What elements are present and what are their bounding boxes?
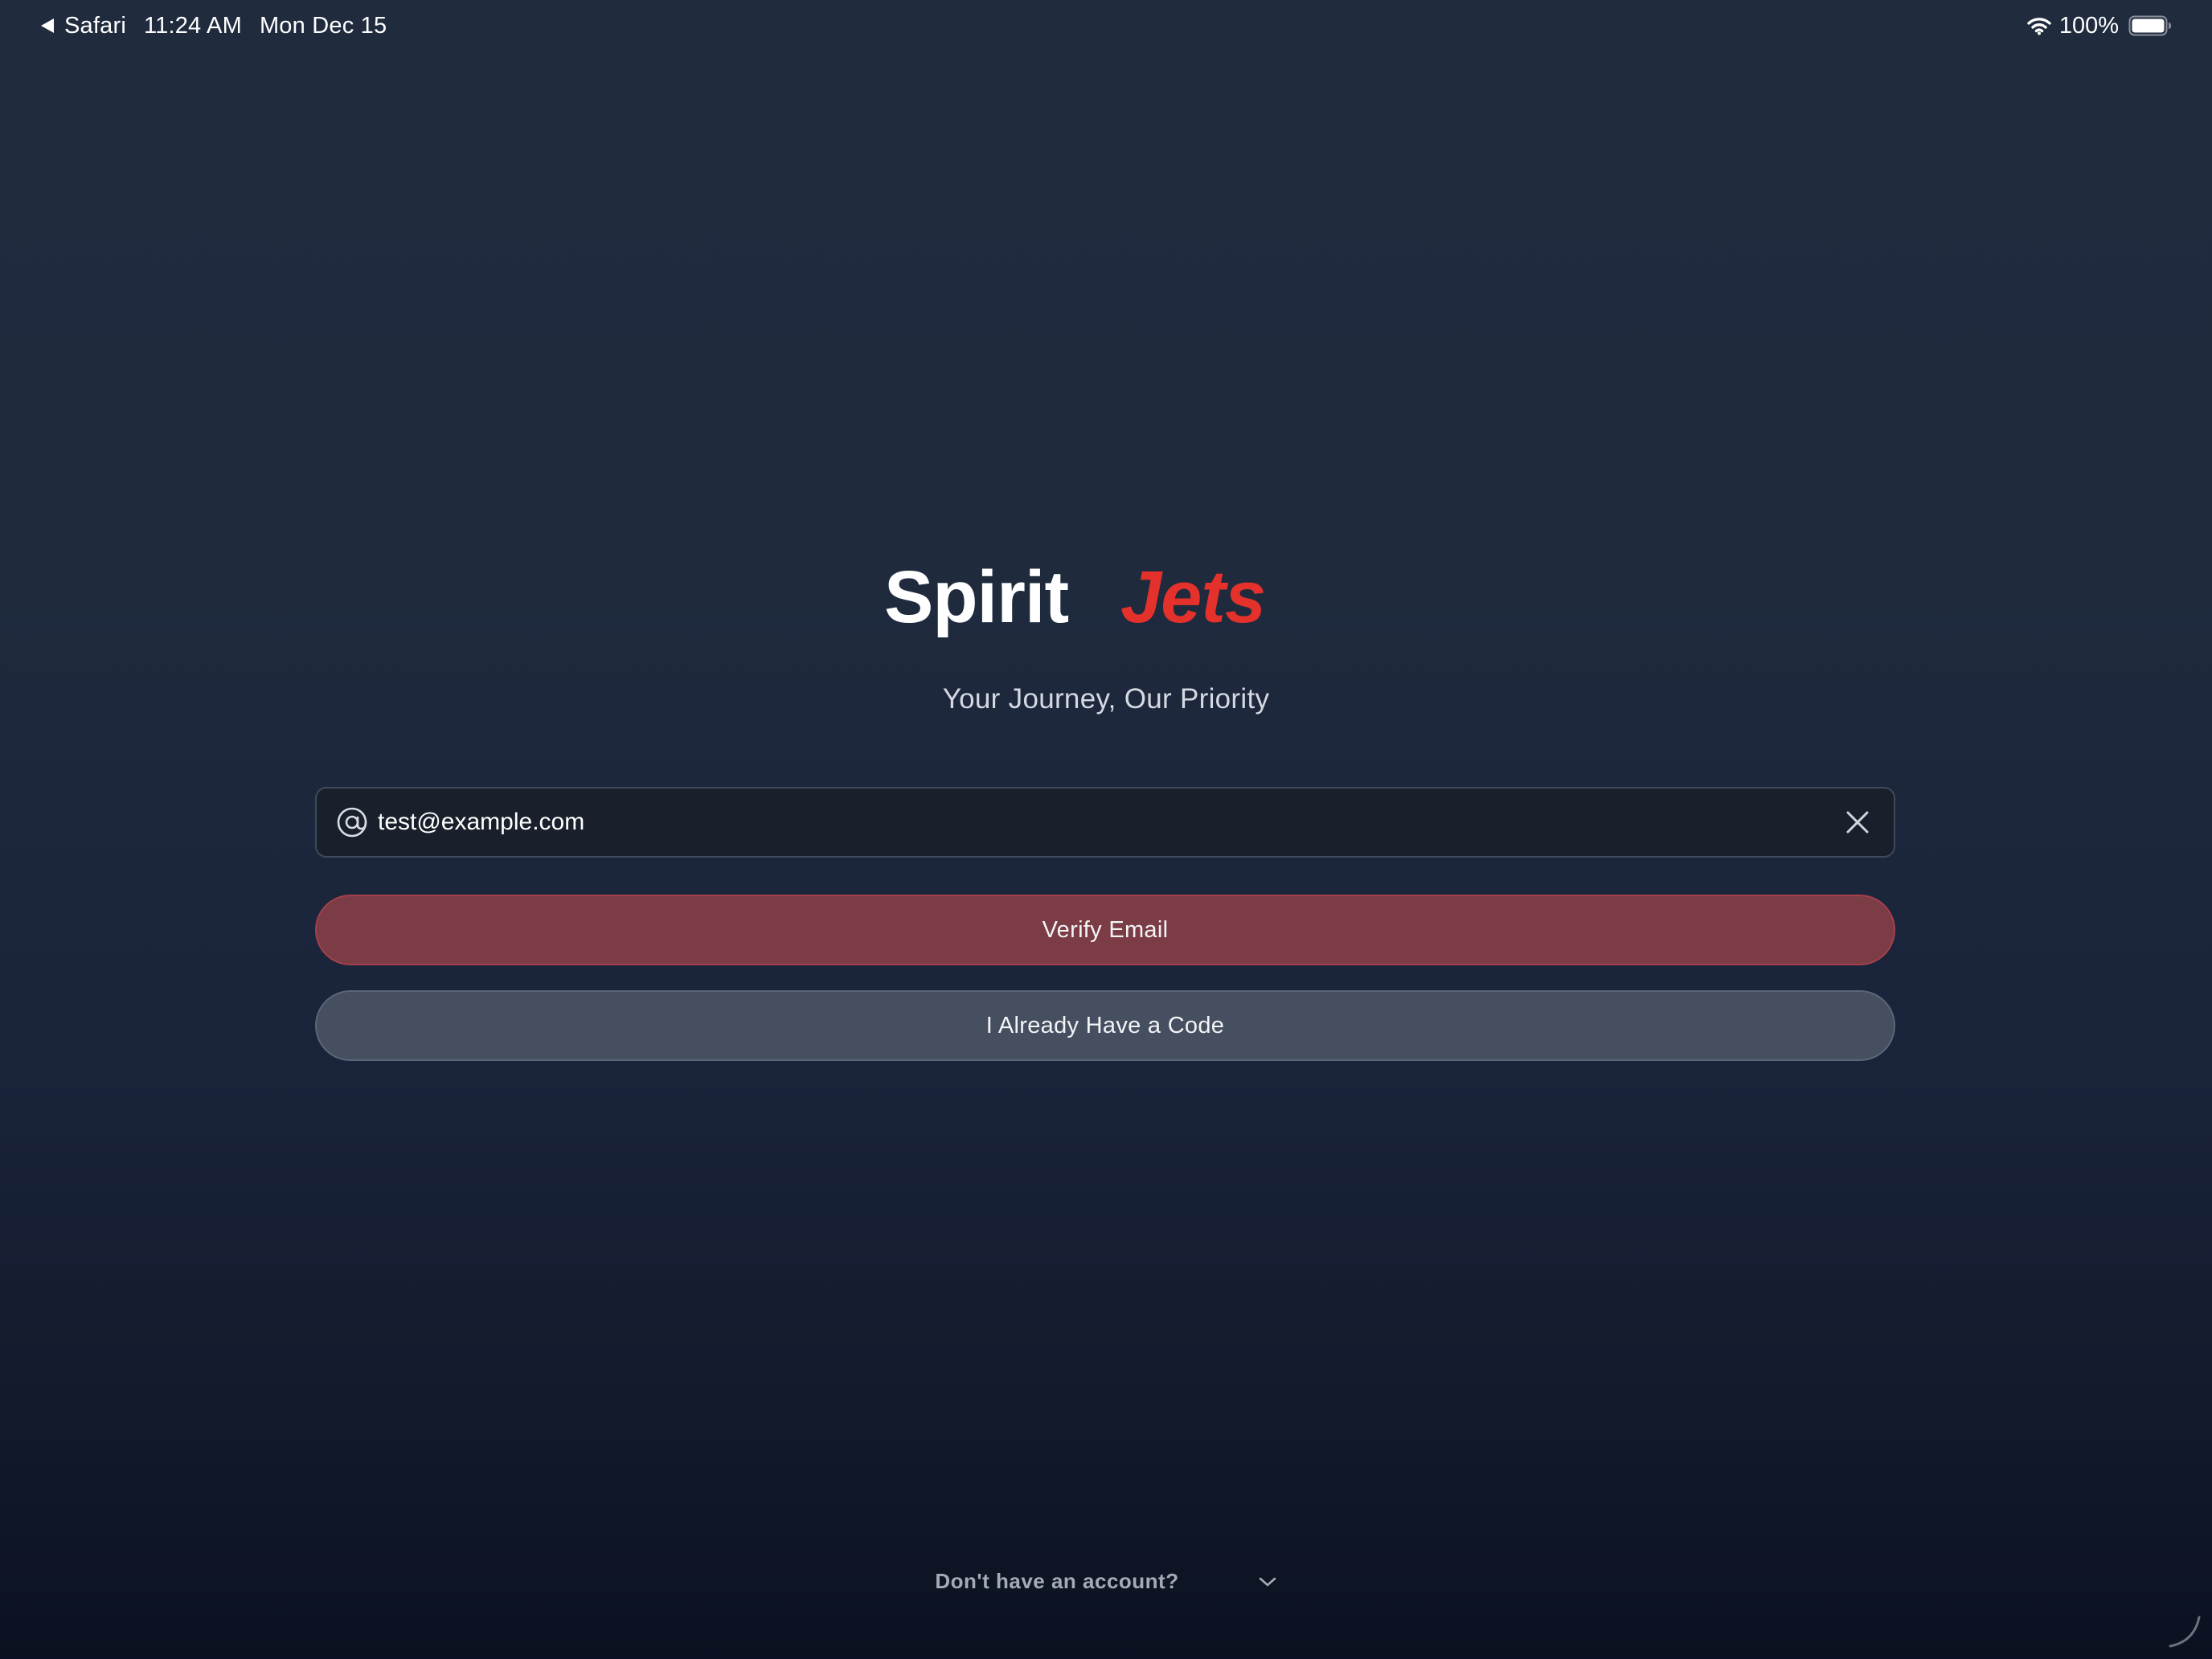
chevron-down-icon[interactable]	[1258, 1575, 1277, 1588]
email-field[interactable]	[315, 787, 1895, 858]
at-icon	[337, 807, 367, 838]
logo-spirit-text: Spirit	[884, 556, 1068, 638]
already-have-code-label: I Already Have a Code	[985, 1012, 1225, 1038]
status-bar-right: 100%	[2027, 11, 2172, 40]
back-triangle-icon[interactable]	[40, 18, 55, 34]
tagline: Your Journey, Our Priority	[942, 683, 1270, 715]
signup-disclosure[interactable]: Don't have an account?	[0, 1569, 2212, 1594]
status-date: Mon Dec 15	[259, 12, 387, 39]
already-have-code-button[interactable]: I Already Have a Code	[315, 990, 1895, 1061]
verify-email-button[interactable]: Verify Email	[315, 895, 1895, 965]
status-time: 11:24 AM	[143, 12, 242, 39]
signup-prompt-text[interactable]: Don't have an account?	[935, 1569, 1178, 1594]
battery-percentage: 100%	[2058, 12, 2119, 39]
wifi-icon	[2027, 18, 2051, 35]
battery-icon	[2128, 15, 2171, 36]
back-app-label[interactable]: Safari	[64, 13, 126, 39]
status-bar-left: Safari 11:24 AM Mon Dec 15	[40, 11, 387, 40]
close-icon[interactable]	[1845, 810, 1870, 834]
email-input[interactable]	[378, 798, 1845, 846]
logo-jets-text: Jets	[1120, 556, 1265, 638]
spiritjets-logo: Spirit Jets	[884, 556, 1266, 638]
verify-email-label: Verify Email	[1042, 916, 1169, 943]
resize-handle-icon[interactable]	[2165, 1612, 2204, 1651]
